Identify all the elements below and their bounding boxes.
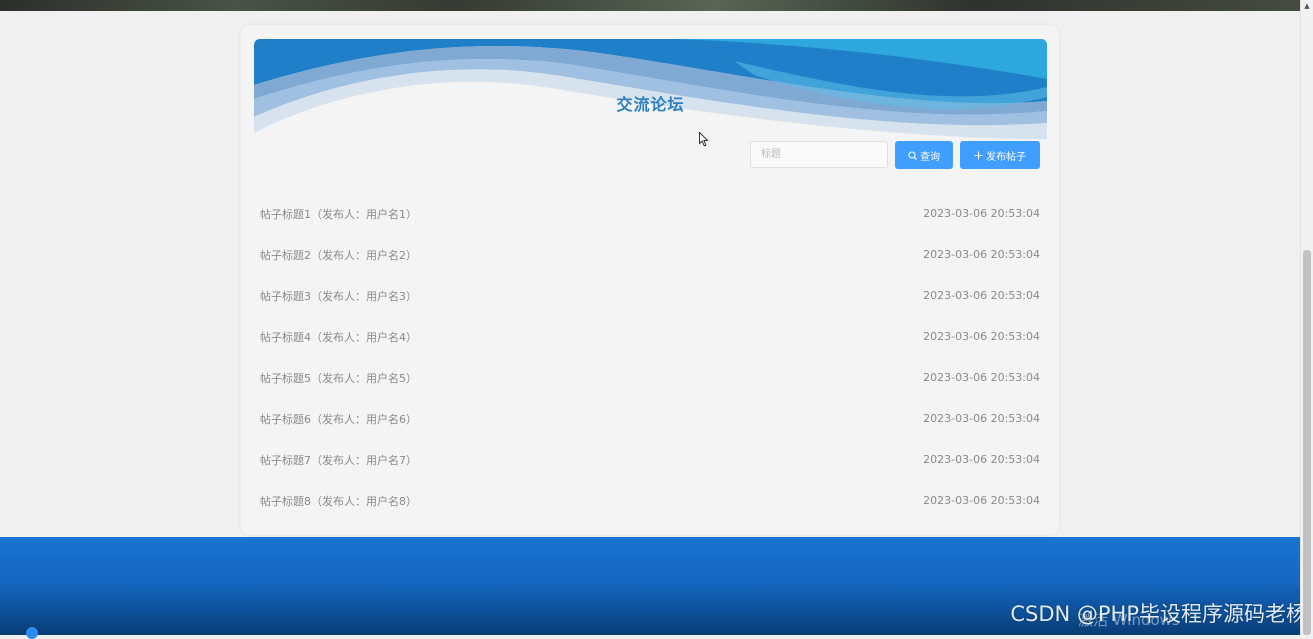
post-row[interactable]: 帖子标题7（发布人：用户名7） 2023-03-06 20:53:04 xyxy=(260,439,1040,480)
banner-wave-graphic xyxy=(254,39,1047,139)
post-list: 帖子标题1（发布人：用户名1） 2023-03-06 20:53:04 帖子标题… xyxy=(260,193,1040,521)
title-search-input[interactable] xyxy=(750,141,888,168)
top-background-image xyxy=(0,0,1300,11)
post-row[interactable]: 帖子标题6（发布人：用户名6） 2023-03-06 20:53:04 xyxy=(260,398,1040,439)
forum-card: 交流论坛 查询 发布帖子 帖子标题1（发布人：用户名1） 2023-03-06 … xyxy=(241,25,1059,535)
search-button[interactable]: 查询 xyxy=(895,141,953,169)
post-row[interactable]: 帖子标题5（发布人：用户名5） 2023-03-06 20:53:04 xyxy=(260,357,1040,398)
post-row[interactable]: 帖子标题1（发布人：用户名1） 2023-03-06 20:53:04 xyxy=(260,193,1040,234)
scroll-up-arrow-icon[interactable]: ▲ xyxy=(1301,0,1313,12)
post-time: 2023-03-06 20:53:04 xyxy=(923,248,1040,261)
search-button-label: 查询 xyxy=(920,151,940,163)
publish-post-button-label: 发布帖子 xyxy=(986,151,1026,163)
post-time: 2023-03-06 20:53:04 xyxy=(923,494,1040,507)
vertical-scrollbar[interactable]: ▲ xyxy=(1300,0,1313,635)
post-title: 帖子标题5（发布人：用户名5） xyxy=(260,371,417,385)
post-time: 2023-03-06 20:53:04 xyxy=(923,289,1040,302)
post-row[interactable]: 帖子标题2（发布人：用户名2） 2023-03-06 20:53:04 xyxy=(260,234,1040,275)
post-title: 帖子标题4（发布人：用户名4） xyxy=(260,330,417,344)
post-time: 2023-03-06 20:53:04 xyxy=(923,371,1040,384)
post-title: 帖子标题1（发布人：用户名1） xyxy=(260,207,417,221)
publish-post-button[interactable]: 发布帖子 xyxy=(960,141,1040,169)
floating-action-dot[interactable] xyxy=(26,627,38,639)
post-time: 2023-03-06 20:53:04 xyxy=(923,330,1040,343)
post-title: 帖子标题2（发布人：用户名2） xyxy=(260,248,417,262)
post-title: 帖子标题3（发布人：用户名3） xyxy=(260,289,417,303)
post-row[interactable]: 帖子标题8（发布人：用户名8） 2023-03-06 20:53:04 xyxy=(260,480,1040,521)
post-row[interactable]: 帖子标题4（发布人：用户名4） 2023-03-06 20:53:04 xyxy=(260,316,1040,357)
post-time: 2023-03-06 20:53:04 xyxy=(923,207,1040,220)
post-row[interactable]: 帖子标题3（发布人：用户名3） 2023-03-06 20:53:04 xyxy=(260,275,1040,316)
mouse-cursor-icon xyxy=(699,132,709,147)
csdn-watermark: CSDN @PHP毕设程序源码老杨 xyxy=(1010,602,1307,626)
post-title: 帖子标题7（发布人：用户名7） xyxy=(260,453,417,467)
post-time: 2023-03-06 20:53:04 xyxy=(923,453,1040,466)
search-icon xyxy=(908,150,917,160)
post-title: 帖子标题6（发布人：用户名6） xyxy=(260,412,417,426)
forum-title: 交流论坛 xyxy=(616,95,685,114)
post-title: 帖子标题8（发布人：用户名8） xyxy=(260,494,417,508)
scrollbar-thumb[interactable] xyxy=(1303,250,1311,635)
forum-banner: 交流论坛 xyxy=(254,39,1047,139)
post-time: 2023-03-06 20:53:04 xyxy=(923,412,1040,425)
plus-icon xyxy=(974,151,983,159)
